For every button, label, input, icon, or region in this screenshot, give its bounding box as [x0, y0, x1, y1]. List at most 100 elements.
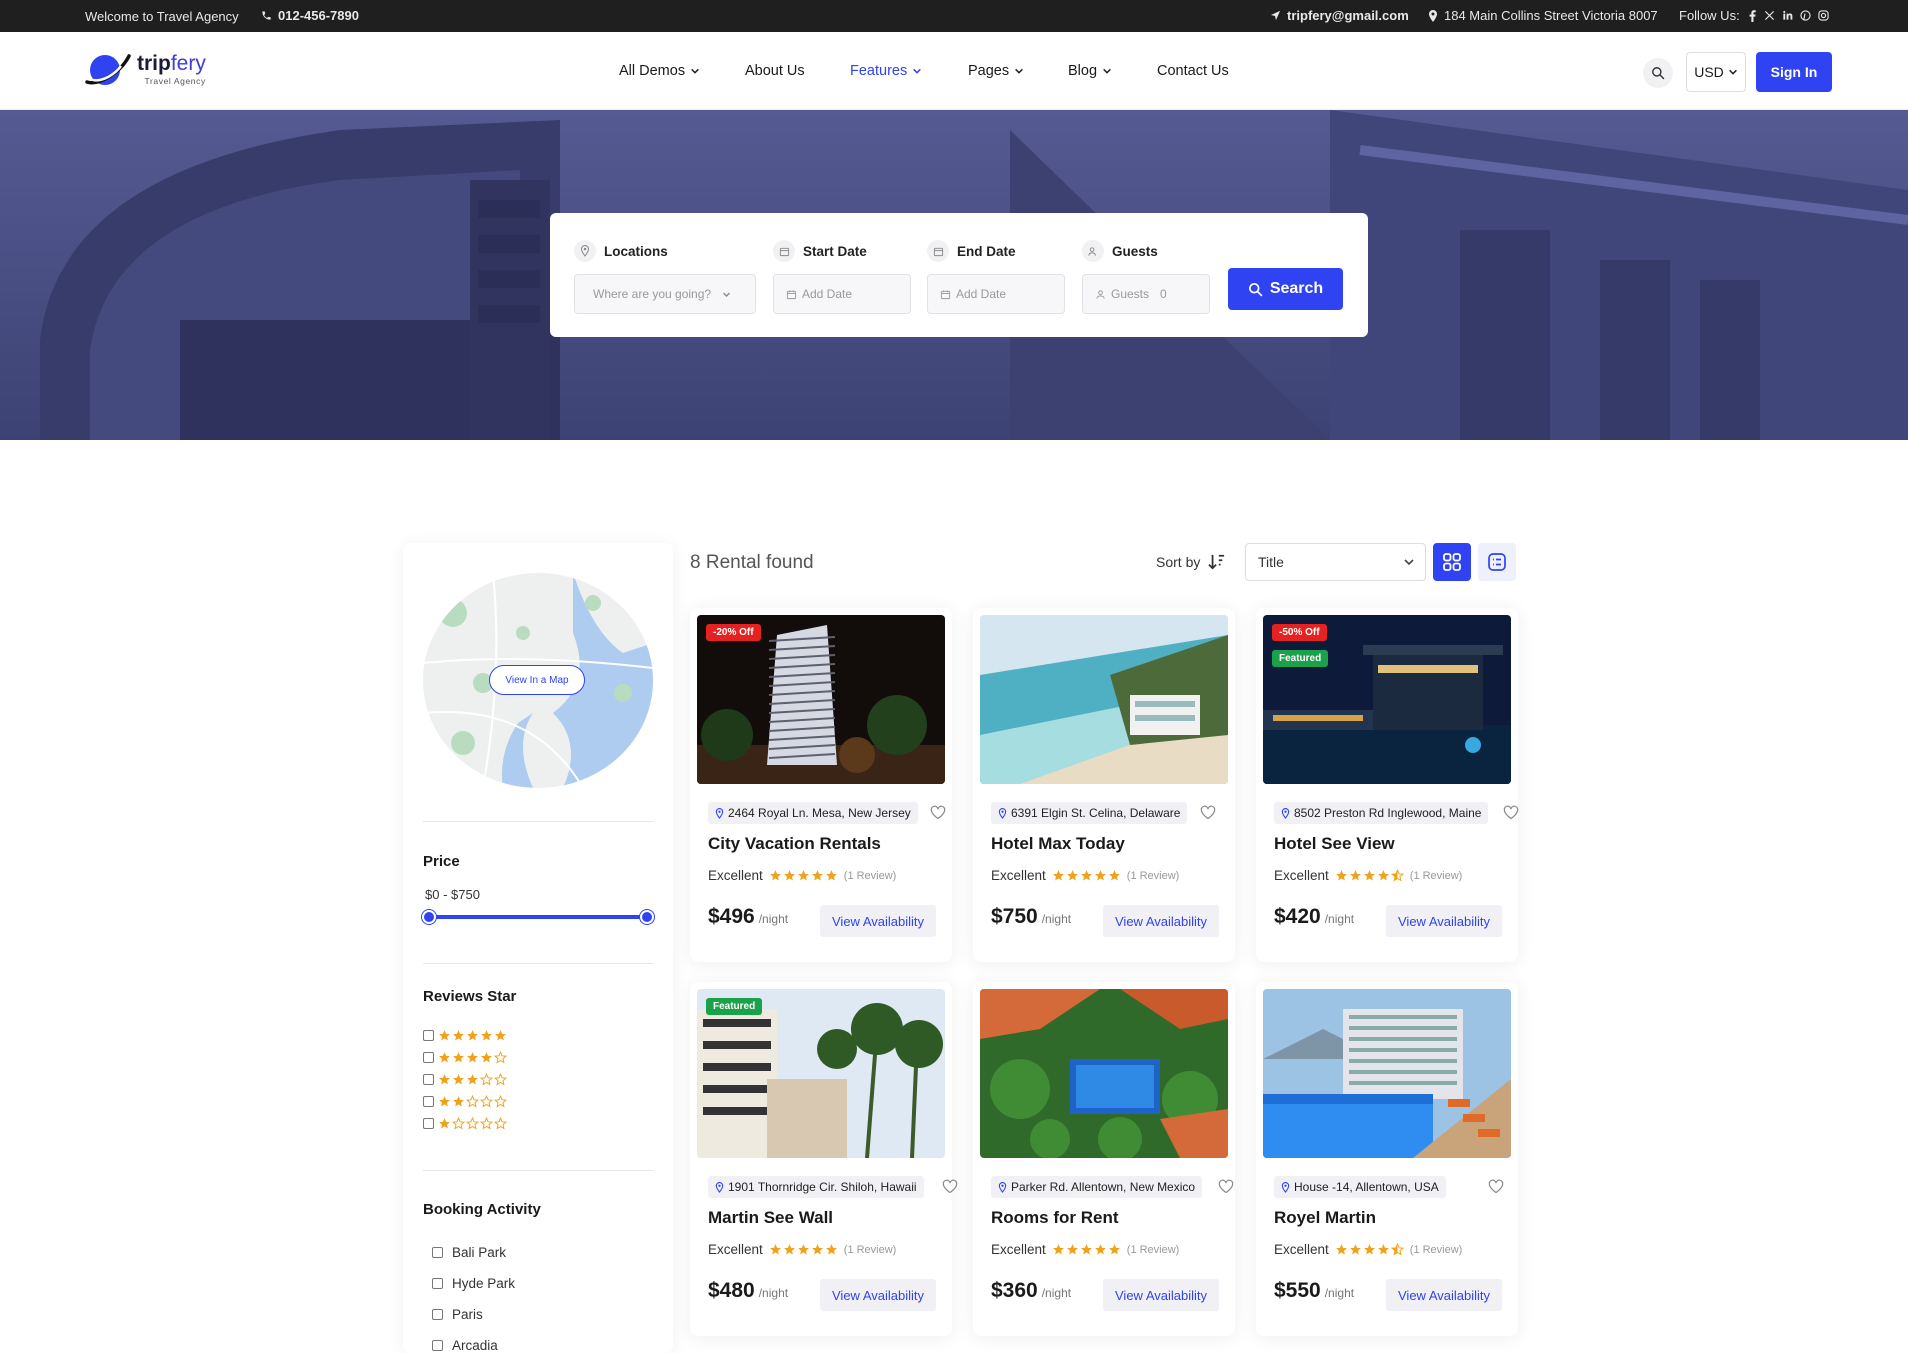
- booking-activity-item[interactable]: Arcadia: [432, 1338, 498, 1353]
- guests-input[interactable]: Guests 0: [1082, 274, 1210, 314]
- star-filter-5[interactable]: [423, 1029, 507, 1042]
- view-availability-button[interactable]: View Availability: [1386, 1279, 1503, 1311]
- rental-image[interactable]: -20% Off: [697, 615, 945, 784]
- nav-item-about-us[interactable]: About Us: [745, 63, 805, 79]
- rental-title[interactable]: Hotel Max Today: [991, 834, 1125, 854]
- rental-image[interactable]: [980, 989, 1228, 1158]
- currency-select[interactable]: USD: [1686, 52, 1746, 92]
- brand-logo[interactable]: tripfery Travel Agency: [85, 52, 206, 88]
- pinterest-icon[interactable]: [1800, 10, 1811, 21]
- phone-text: 012-456-7890: [278, 8, 359, 23]
- star-filter-1[interactable]: [423, 1117, 507, 1130]
- price-slider-min-handle[interactable]: [422, 910, 436, 924]
- facebook-icon[interactable]: [1748, 9, 1757, 22]
- filter-sidebar: View In a Map Price $0 - $750 Reviews St…: [403, 543, 673, 1353]
- view-availability-button[interactable]: View Availability: [820, 1279, 937, 1311]
- rating-row: Excellent (1 Review): [991, 868, 1179, 883]
- checkbox[interactable]: [423, 1096, 434, 1107]
- sign-in-button[interactable]: Sign In: [1756, 52, 1832, 92]
- review-count: (1 Review): [1126, 1243, 1180, 1256]
- rental-title[interactable]: Rooms for Rent: [991, 1208, 1119, 1228]
- star-icon: [1349, 1244, 1361, 1255]
- rental-image[interactable]: [980, 615, 1228, 784]
- checkbox[interactable]: [432, 1247, 443, 1258]
- featured-badge: Featured: [1272, 650, 1329, 667]
- phone-link[interactable]: 012-456-7890: [261, 8, 359, 23]
- nav-item-contact-us[interactable]: Contact Us: [1157, 63, 1229, 79]
- header-search-button[interactable]: [1643, 58, 1673, 88]
- locations-select[interactable]: Where are you going?: [574, 274, 756, 314]
- linkedin-icon[interactable]: [1782, 10, 1793, 21]
- checkbox[interactable]: [423, 1118, 434, 1129]
- view-availability-button[interactable]: View Availability: [1103, 1279, 1220, 1311]
- booking-activity-item[interactable]: Paris: [432, 1307, 483, 1322]
- star-icon: [453, 1030, 464, 1041]
- star-outline-icon: [480, 1095, 493, 1108]
- grid-view-button[interactable]: [1433, 543, 1471, 581]
- heart-icon[interactable]: [930, 805, 946, 820]
- x-icon[interactable]: [1764, 10, 1775, 21]
- rental-title[interactable]: Hotel See View: [1274, 834, 1395, 854]
- chevron-down-icon: [1015, 68, 1023, 74]
- star-filter-2[interactable]: [423, 1095, 507, 1108]
- location-pin-icon: [1281, 1181, 1290, 1193]
- nav-item-all-demos[interactable]: All Demos: [619, 63, 700, 79]
- checkbox[interactable]: [423, 1052, 434, 1063]
- price-unit: /night: [758, 912, 789, 926]
- end-date-input[interactable]: Add Date: [927, 274, 1065, 314]
- rental-title[interactable]: Martin See Wall: [708, 1208, 833, 1228]
- booking-activity-item[interactable]: Hyde Park: [432, 1276, 515, 1291]
- price-slider[interactable]: [422, 910, 654, 924]
- star-outline-icon: [466, 1095, 479, 1108]
- view-map-button[interactable]: View In a Map: [489, 665, 585, 695]
- nav-item-blog[interactable]: Blog: [1068, 63, 1112, 79]
- rental-title[interactable]: Royel Martin: [1274, 1208, 1376, 1228]
- rental-card[interactable]: -50% Off Featured 8502 Preston Rd Inglewoo…: [1256, 608, 1519, 962]
- rental-card[interactable]: House -14, Allentown, USA Royel Martin Exc…: [1256, 982, 1518, 1336]
- instagram-icon[interactable]: [1818, 10, 1829, 21]
- mini-map[interactable]: View In a Map: [423, 573, 653, 788]
- heart-icon[interactable]: [1218, 1179, 1234, 1194]
- rental-card[interactable]: -20% Off 2464 Royal Ln. Mesa, New Jersey C…: [690, 608, 952, 962]
- heart-icon[interactable]: [1503, 805, 1519, 820]
- checkbox[interactable]: [432, 1278, 443, 1289]
- view-availability-button[interactable]: View Availability: [820, 905, 937, 937]
- rating-label: Excellent: [991, 868, 1046, 883]
- heart-icon[interactable]: [1488, 1179, 1504, 1194]
- rental-card[interactable]: 6391 Elgin St. Celina, Delaware Hotel Max…: [973, 608, 1235, 962]
- nav-item-features[interactable]: Features: [850, 63, 922, 79]
- checkbox[interactable]: [423, 1030, 434, 1041]
- star-filter-3[interactable]: [423, 1073, 507, 1086]
- rental-image[interactable]: Featured: [697, 989, 945, 1158]
- checkbox[interactable]: [423, 1074, 434, 1085]
- location-pin-icon: [1429, 9, 1437, 22]
- star-icon: [811, 1244, 823, 1255]
- checkbox[interactable]: [432, 1340, 443, 1351]
- rental-card[interactable]: Parker Rd. Allentown, New Mexico Rooms fo…: [973, 982, 1235, 1336]
- view-availability-button[interactable]: View Availability: [1103, 905, 1220, 937]
- checkbox[interactable]: [432, 1309, 443, 1320]
- nav-item-pages[interactable]: Pages: [968, 63, 1024, 79]
- booking-activity-item[interactable]: Bali Park: [432, 1245, 506, 1260]
- list-view-button[interactable]: [1478, 543, 1516, 581]
- rental-card[interactable]: Featured 1901 Thornridge Cir. Shiloh, Haw…: [690, 982, 958, 1336]
- view-availability-button[interactable]: View Availability: [1386, 905, 1503, 937]
- email-link[interactable]: tripfery@gmail.com: [1270, 8, 1409, 23]
- rental-image[interactable]: [1263, 989, 1511, 1158]
- star-filter-4[interactable]: [423, 1051, 507, 1064]
- sort-by[interactable]: Sort by: [1156, 554, 1226, 570]
- rental-title[interactable]: City Vacation Rentals: [708, 834, 881, 854]
- start-date-input[interactable]: Add Date: [773, 274, 911, 314]
- price-row: $480/night: [708, 1279, 788, 1303]
- location-pin-icon: [1281, 807, 1290, 819]
- heart-icon[interactable]: [942, 1179, 958, 1194]
- search-button[interactable]: Search: [1228, 268, 1343, 310]
- rental-image[interactable]: -50% Off Featured: [1263, 615, 1511, 784]
- heart-icon[interactable]: [1200, 805, 1216, 820]
- star-icon: [1080, 1244, 1092, 1255]
- end-date-label: End Date: [957, 243, 1016, 259]
- star-icon: [825, 870, 837, 881]
- star-icon: [467, 1074, 478, 1085]
- price-slider-max-handle[interactable]: [640, 910, 654, 924]
- sort-select[interactable]: Title: [1245, 543, 1426, 581]
